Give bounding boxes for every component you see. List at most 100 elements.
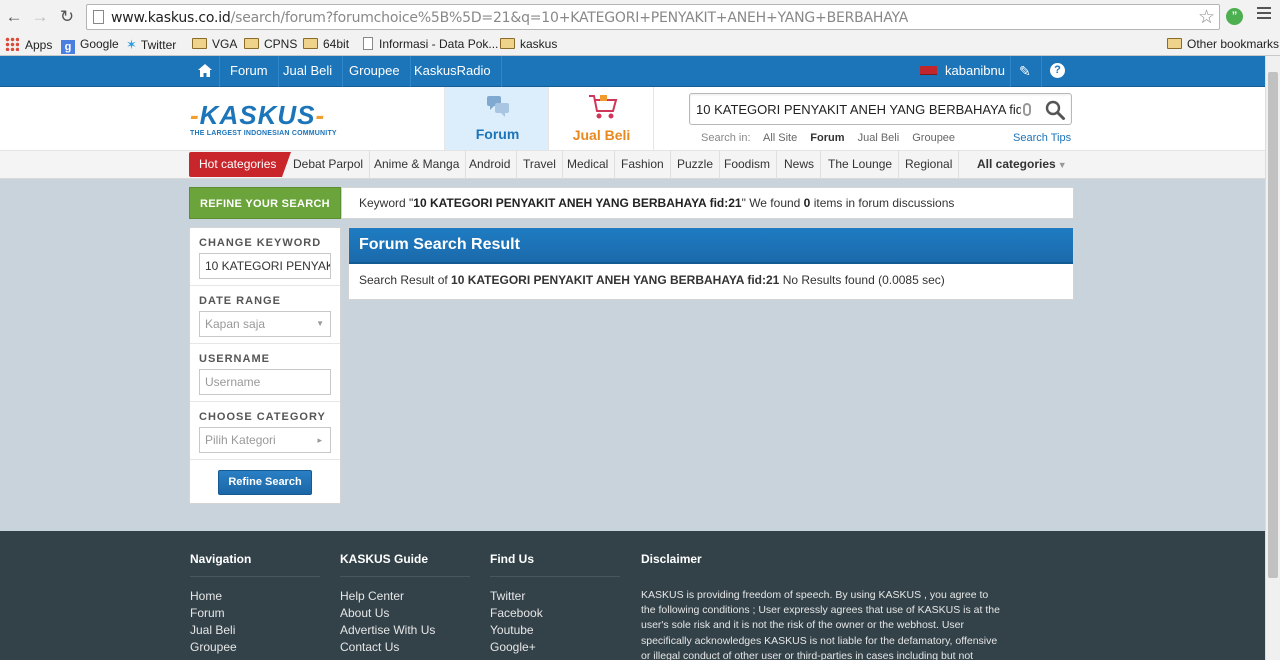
- scope-groupee[interactable]: Groupee: [912, 132, 955, 144]
- other-bookmarks[interactable]: Other bookmarks: [1167, 37, 1279, 51]
- forward-arrow-icon[interactable]: →: [29, 6, 51, 28]
- pencil-icon[interactable]: ✎: [1019, 63, 1033, 79]
- keyword-input[interactable]: 10 KATEGORI PENYAKIT ANEH YANG BERBAHAYA…: [199, 253, 331, 279]
- category-puzzle[interactable]: Puzzle: [671, 150, 721, 179]
- footer-link-jualbeli[interactable]: Jual Beli: [190, 623, 235, 637]
- refine-sidebar: CHANGE KEYWORD 10 KATEGORI PENYAKIT ANEH…: [189, 227, 341, 504]
- browser-toolbar: ← → ↻ www.kaskus.co.id/search/forum?foru…: [0, 0, 1280, 34]
- bookmark-vga[interactable]: VGA: [192, 37, 237, 51]
- tab-forum[interactable]: Forum: [444, 87, 549, 150]
- flag-icon: [920, 66, 937, 75]
- category-select[interactable]: Pilih Kategori ▸: [199, 427, 331, 453]
- footer-link-twitter[interactable]: Twitter: [490, 589, 525, 603]
- page-scrollbar[interactable]: [1265, 56, 1280, 660]
- microphone-icon[interactable]: [1023, 103, 1031, 116]
- page-icon: [93, 10, 104, 24]
- choose-category-label: CHOOSE CATEGORY: [199, 411, 326, 423]
- footer-link-contact-us[interactable]: Contact Us: [340, 640, 399, 654]
- category-debat-parpol[interactable]: Debat Parpol: [287, 150, 371, 179]
- category-foodism[interactable]: Foodism: [718, 150, 778, 179]
- footer-divider: [340, 576, 470, 577]
- search-tips-link[interactable]: Search Tips: [1013, 132, 1071, 144]
- footer-link-advertise[interactable]: Advertise With Us: [340, 623, 435, 637]
- browser-menu-icon[interactable]: [1257, 7, 1271, 22]
- username-input[interactable]: Username: [199, 369, 331, 395]
- category-anime-manga[interactable]: Anime & Manga: [368, 150, 467, 179]
- refine-header: REFINE YOUR SEARCH: [189, 187, 341, 219]
- footer-link-about-us[interactable]: About Us: [340, 606, 389, 620]
- username-section: USERNAME Username: [190, 344, 340, 402]
- footer-link-forum[interactable]: Forum: [190, 606, 225, 620]
- bookmark-twitter[interactable]: ✶ Twitter: [126, 37, 176, 53]
- back-arrow-icon[interactable]: ←: [3, 6, 25, 28]
- folder-icon: [1167, 38, 1182, 49]
- bookmark-apps[interactable]: Apps: [5, 37, 52, 52]
- scope-jualbeli[interactable]: Jual Beli: [858, 132, 900, 144]
- bookmark-star-icon[interactable]: ☆: [1198, 6, 1215, 29]
- search-box[interactable]: 10 KATEGORI PENYAKIT ANEH YANG BERBAHAYA…: [689, 93, 1072, 125]
- category-regional[interactable]: Regional: [899, 150, 960, 179]
- bookmark-informasi[interactable]: Informasi - Data Pok...: [363, 37, 498, 51]
- date-range-section: DATE RANGE Kapan saja ▼: [190, 286, 340, 344]
- tab-jualbeli-label: Jual Beli: [572, 127, 631, 143]
- category-travel[interactable]: Travel: [517, 150, 563, 179]
- refine-search-button[interactable]: Refine Search: [218, 470, 312, 495]
- folder-icon: [303, 38, 318, 49]
- folder-icon: [192, 38, 207, 49]
- scrollbar-thumb[interactable]: [1268, 72, 1278, 578]
- folder-icon: [244, 38, 259, 49]
- category-medical[interactable]: Medical: [561, 150, 616, 179]
- date-range-select[interactable]: Kapan saja ▼: [199, 311, 331, 337]
- address-bar[interactable]: www.kaskus.co.id/search/forum?forumchoic…: [86, 4, 1220, 30]
- scope-forum[interactable]: Forum: [810, 132, 844, 144]
- bookmark-google[interactable]: g Google: [61, 37, 119, 54]
- topbar-jualbeli[interactable]: Jual Beli: [273, 56, 344, 87]
- username-label: USERNAME: [199, 353, 270, 365]
- category-news[interactable]: News: [778, 150, 822, 179]
- date-range-label: DATE RANGE: [199, 295, 281, 307]
- google-icon: g: [61, 40, 75, 54]
- footer-navigation-title: Navigation: [190, 552, 252, 566]
- tab-forum-label: Forum: [475, 126, 520, 142]
- bookmark-kaskus[interactable]: kaskus: [500, 37, 557, 51]
- url-text[interactable]: www.kaskus.co.id/search/forum?forumchoic…: [111, 10, 908, 26]
- topbar-forum[interactable]: Forum: [220, 56, 279, 87]
- all-categories-dropdown[interactable]: All categories ▼: [971, 150, 1073, 179]
- footer-divider: [190, 576, 320, 577]
- logo-tagline: THE LARGEST INDONESIAN COMMUNITY: [190, 130, 337, 137]
- footer-link-facebook[interactable]: Facebook: [490, 606, 543, 620]
- tab-jualbeli[interactable]: Jual Beli: [549, 87, 654, 150]
- scope-all-site[interactable]: All Site: [763, 132, 797, 144]
- apps-icon: [5, 37, 19, 51]
- footer-link-youtube[interactable]: Youtube: [490, 623, 534, 637]
- search-icon[interactable]: [1044, 99, 1066, 121]
- help-icon[interactable]: ?: [1050, 63, 1065, 78]
- category-fashion[interactable]: Fashion: [615, 150, 671, 179]
- topbar-kaskusradio[interactable]: KaskusRadio: [404, 56, 502, 87]
- username-link[interactable]: kabanibnu: [945, 56, 1005, 87]
- category-the-lounge[interactable]: The Lounge: [822, 150, 900, 179]
- twitter-icon: ✶: [126, 37, 137, 52]
- search-input[interactable]: 10 KATEGORI PENYAKIT ANEH YANG BERBAHAYA…: [696, 102, 1021, 117]
- category-android[interactable]: Android: [463, 150, 518, 179]
- change-keyword-section: CHANGE KEYWORD 10 KATEGORI PENYAKIT ANEH…: [190, 228, 340, 286]
- footer-link-groupee[interactable]: Groupee: [190, 640, 237, 654]
- forum-icon: [487, 96, 509, 117]
- all-categories-label: All categories: [977, 157, 1056, 171]
- bookmark-64bit[interactable]: 64bit: [303, 37, 349, 51]
- kaskus-logo[interactable]: -KASKUS- THE LARGEST INDONESIAN COMMUNIT…: [190, 101, 360, 141]
- footer-link-home[interactable]: Home: [190, 589, 222, 603]
- footer-link-googleplus[interactable]: Google+: [490, 640, 536, 654]
- reload-icon[interactable]: ↻: [56, 6, 78, 28]
- topbar-groupee[interactable]: Groupee: [339, 56, 411, 87]
- result-title: Forum Search Result: [349, 228, 1073, 264]
- topbar-divider: [1041, 56, 1042, 87]
- extension-icon[interactable]: ”: [1226, 8, 1243, 25]
- footer-link-help-center[interactable]: Help Center: [340, 589, 404, 603]
- category-section: CHOOSE CATEGORY Pilih Kategori ▸: [190, 402, 340, 460]
- home-icon[interactable]: [190, 56, 220, 87]
- chevron-right-icon: ▸: [317, 435, 322, 445]
- bookmark-cpns[interactable]: CPNS: [244, 37, 297, 51]
- change-keyword-label: CHANGE KEYWORD: [199, 237, 322, 249]
- hot-categories[interactable]: Hot categories: [189, 152, 291, 177]
